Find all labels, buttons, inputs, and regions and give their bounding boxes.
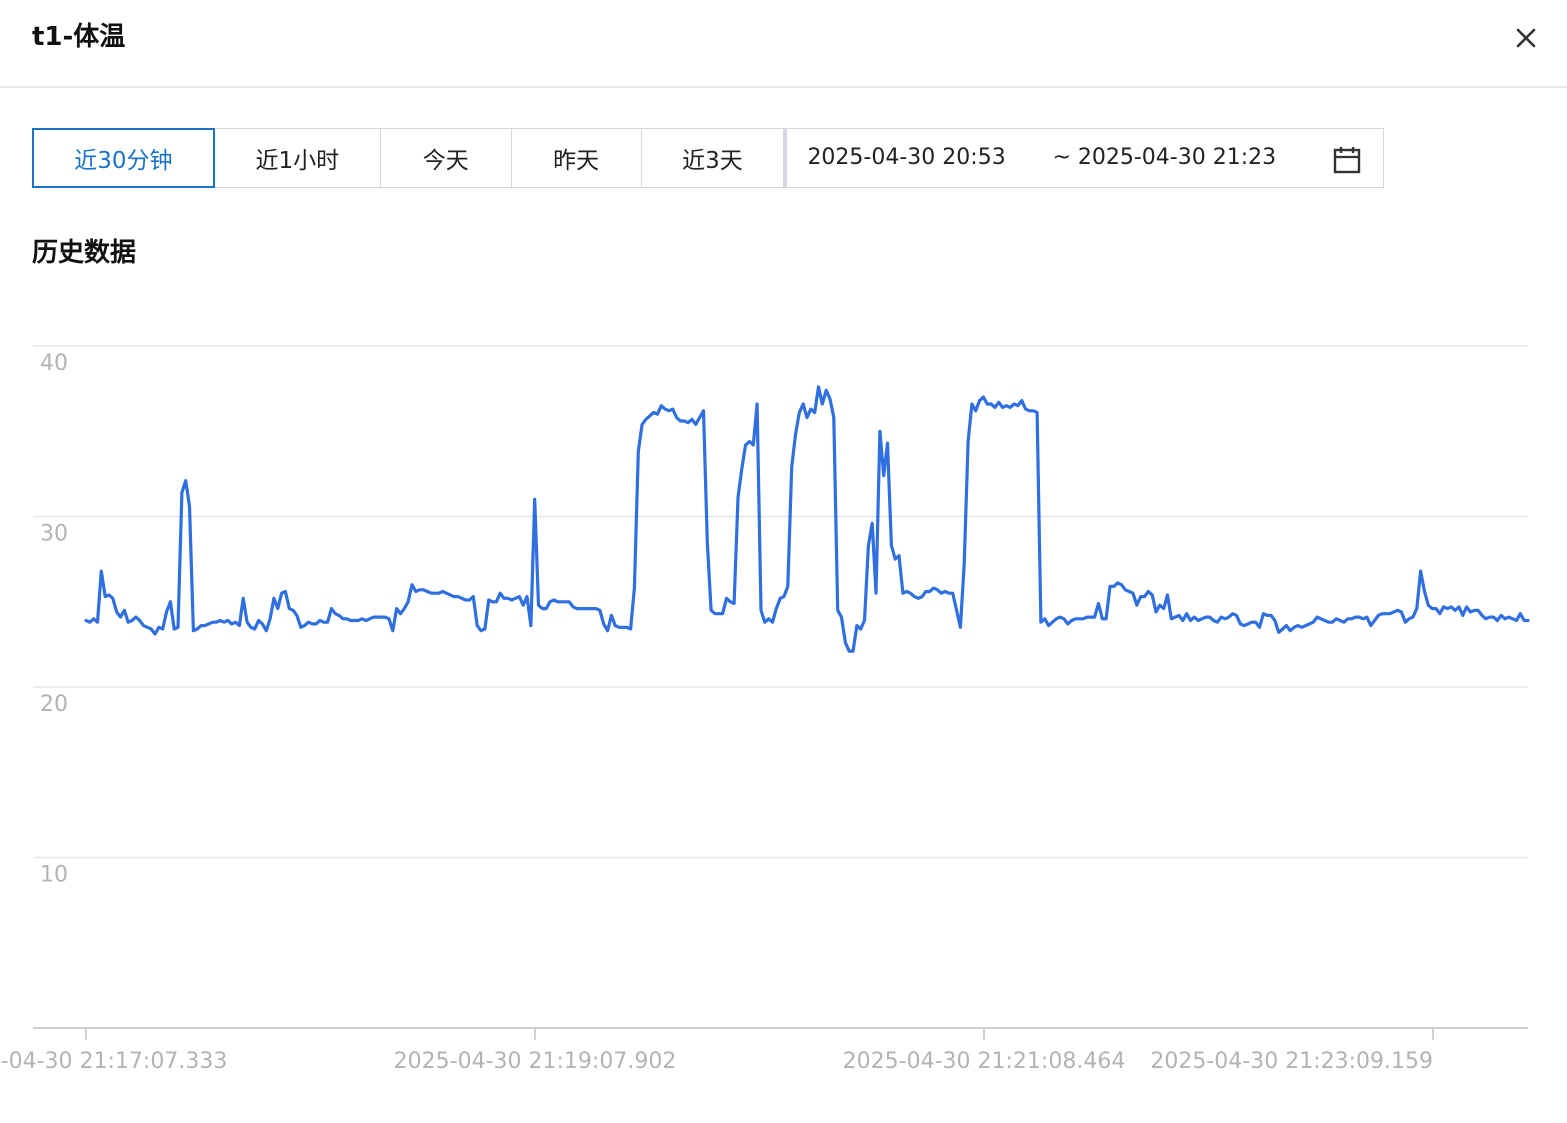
tab-yesterday[interactable]: 昨天 (511, 128, 642, 188)
y-tick-label: 20 (40, 692, 68, 717)
calendar-icon[interactable] (1332, 145, 1362, 175)
temperature-series-line (84, 385, 1530, 653)
date-range-picker[interactable]: 2025-04-30 20:53 ~ 2025-04-30 21:23 (784, 128, 1384, 188)
x-tick-label: 2025-04-30 21:19:07.902 (394, 1049, 677, 1074)
y-tick-label: 30 (40, 522, 68, 547)
x-tick-label: 2025-04-30 21:21:08.464 (843, 1049, 1126, 1074)
line-chart: 40 30 20 10 2025-04-30 21:17:07.333 2025-04-3… (0, 345, 1530, 1074)
tab-last-30-minutes[interactable]: 近30分钟 (32, 128, 215, 188)
y-tick-label: 10 (40, 863, 68, 888)
range-end: ~ 2025-04-30 21:23 (1052, 145, 1277, 170)
y-tick-label: 40 (40, 351, 68, 376)
x-tick-label: 2025-04-30 21:17:07.333 (0, 1049, 227, 1074)
dialog-title: t1-体温 (32, 22, 126, 52)
tab-last-1-hour[interactable]: 近1小时 (214, 128, 381, 188)
range-start: 2025-04-30 20:53 (807, 145, 1006, 170)
tab-today[interactable]: 今天 (380, 128, 512, 188)
dialog-header: t1-体温 (0, 0, 1567, 88)
close-icon[interactable] (1508, 20, 1544, 56)
time-range-toolbar: 近30分钟 近1小时 今天 昨天 近3天 2025-04-30 20:53 ~ … (32, 128, 1384, 188)
section-title: 历史数据 (32, 238, 137, 268)
tab-last-3-days[interactable]: 近3天 (641, 128, 785, 188)
x-tick-label: 2025-04-30 21:23:09.159 (1150, 1049, 1433, 1074)
